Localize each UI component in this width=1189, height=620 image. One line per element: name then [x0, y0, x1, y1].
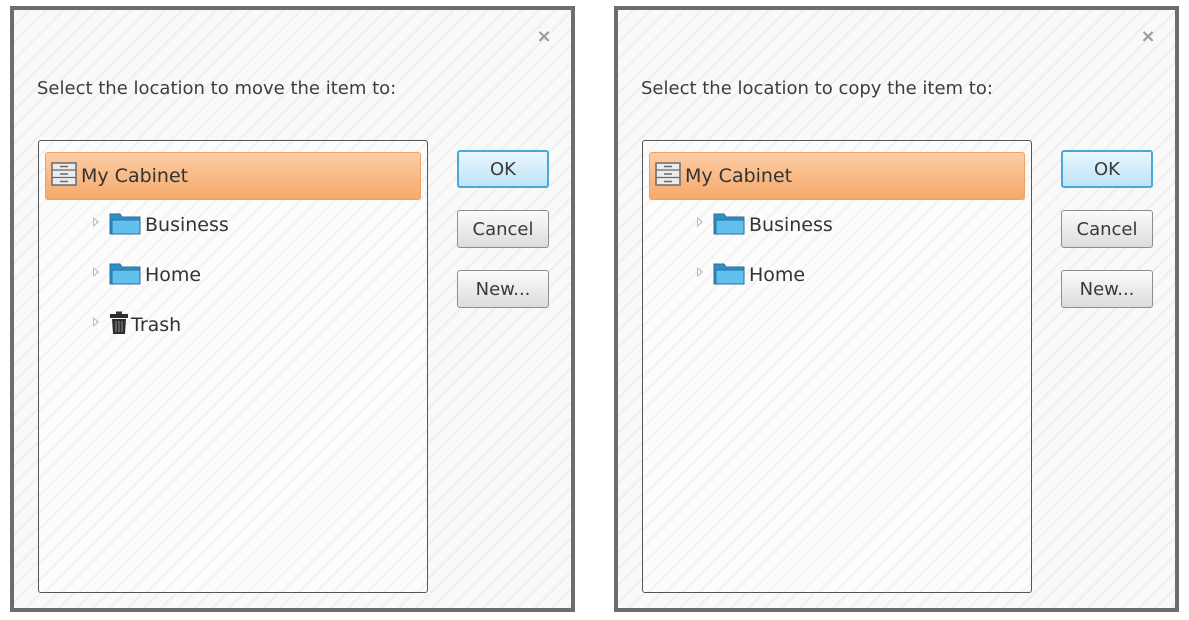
folder-icon	[109, 211, 141, 239]
ok-button[interactable]: OK	[457, 150, 549, 188]
move-dialog: × Select the location to move the item t…	[10, 6, 575, 612]
tree-item-home[interactable]: Home	[697, 261, 805, 289]
folder-icon	[713, 211, 745, 239]
tree-item-label: Home	[749, 264, 806, 286]
tree-item-my-cabinet[interactable]: My Cabinet	[655, 162, 792, 190]
cabinet-icon	[655, 162, 681, 190]
new-button[interactable]: New...	[457, 270, 549, 308]
tree-item-label: My Cabinet	[81, 165, 189, 187]
expand-arrow-icon[interactable]	[93, 217, 99, 227]
ok-button[interactable]: OK	[1061, 150, 1153, 188]
new-button[interactable]: New...	[1061, 270, 1153, 308]
close-icon[interactable]: ×	[1139, 28, 1157, 46]
expand-arrow-icon[interactable]	[93, 267, 99, 277]
tree-item-my-cabinet[interactable]: My Cabinet	[51, 162, 188, 190]
close-icon[interactable]: ×	[535, 28, 553, 46]
trash-icon	[109, 311, 129, 339]
expand-arrow-icon[interactable]	[697, 267, 703, 277]
folder-icon	[713, 261, 745, 289]
tree-item-home[interactable]: Home	[93, 261, 201, 289]
tree-item-business[interactable]: Business	[697, 211, 833, 239]
tree-item-label: Trash	[131, 314, 182, 336]
expand-arrow-icon[interactable]	[697, 217, 703, 227]
location-tree[interactable]: My Cabinet Business Home	[642, 140, 1032, 593]
tree-item-trash[interactable]: Trash	[93, 311, 181, 339]
dialog-prompt: Select the location to copy the item to:	[641, 78, 993, 99]
expand-arrow-icon[interactable]	[93, 317, 99, 327]
cabinet-icon	[51, 162, 77, 190]
tree-item-label: My Cabinet	[685, 165, 793, 187]
cancel-button[interactable]: Cancel	[457, 210, 549, 248]
dialog-prompt: Select the location to move the item to:	[37, 78, 397, 99]
tree-item-business[interactable]: Business	[93, 211, 229, 239]
location-tree[interactable]: My Cabinet Business Home	[38, 140, 428, 593]
copy-dialog: × Select the location to copy the item t…	[614, 6, 1179, 612]
tree-item-label: Business	[749, 214, 833, 236]
tree-item-label: Business	[145, 214, 229, 236]
folder-icon	[109, 261, 141, 289]
tree-item-label: Home	[145, 264, 202, 286]
cancel-button[interactable]: Cancel	[1061, 210, 1153, 248]
